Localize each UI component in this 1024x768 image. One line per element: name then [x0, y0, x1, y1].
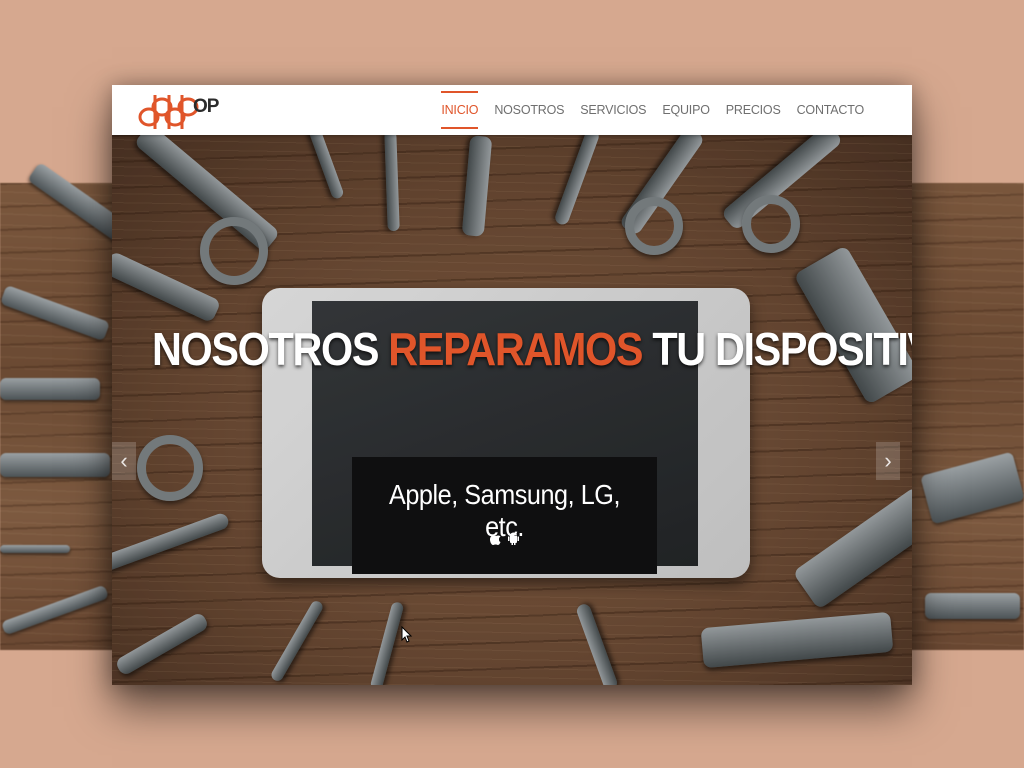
main-nav: INICIO NOSOTROS SERVICIOS EQUIPO PRECIOS… [441, 85, 864, 135]
carousel-next-button[interactable]: › [876, 442, 900, 480]
brands-box: Apple, Samsung, LG, etc. [352, 457, 657, 574]
nav-item-precios[interactable]: PRECIOS [726, 97, 781, 123]
nav-item-nosotros[interactable]: NOSOTROS [494, 97, 564, 123]
nav-item-contacto[interactable]: CONTACTO [797, 97, 865, 123]
nav-item-inicio[interactable]: INICIO [441, 91, 479, 129]
nav-item-equipo[interactable]: EQUIPO [662, 97, 710, 123]
hero-carousel: NOSOTROS REPARAMOS TU DISPOSITIVO Apple,… [112, 101, 912, 685]
platform-icons [352, 529, 657, 546]
headline-part1: NOSOTROS [152, 323, 389, 375]
android-icon [507, 532, 519, 545]
hero-overlay [112, 135, 912, 685]
mouse-cursor-icon [401, 626, 413, 643]
navbar: OP INICIO NOSOTROS SERVICIOS EQUIPO PREC… [112, 85, 912, 135]
logo-text: OP [193, 96, 219, 117]
headline-part2: TU DISPOSITIVO [652, 323, 912, 375]
apple-icon [490, 531, 501, 545]
hero-headline: NOSOTROS REPARAMOS TU DISPOSITIVO [152, 322, 912, 376]
website-preview-card: OP INICIO NOSOTROS SERVICIOS EQUIPO PREC… [112, 85, 912, 685]
headline-accent: REPARAMOS [388, 323, 643, 375]
carousel-prev-button[interactable]: ‹ [112, 442, 136, 480]
nav-item-servicios[interactable]: SERVICIOS [580, 97, 646, 123]
